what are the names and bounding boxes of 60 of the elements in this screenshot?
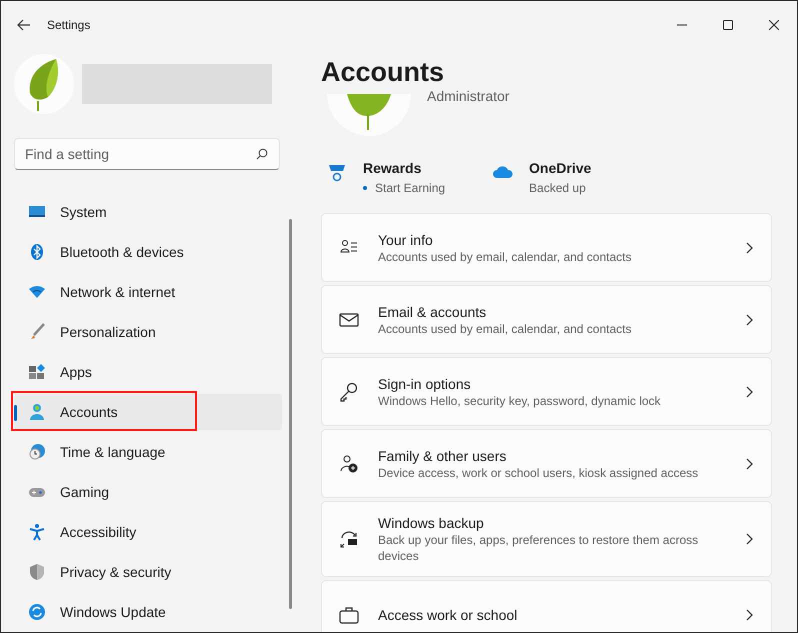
sidebar-item[interactable]: Privacy & security <box>14 554 282 590</box>
paintbrush-icon <box>28 323 46 341</box>
person-add-icon <box>338 454 360 474</box>
maximize-icon <box>723 20 733 30</box>
chevron-right-icon <box>746 242 753 254</box>
sidebar-item[interactable]: Time & language <box>14 434 282 470</box>
card-title: Access work or school <box>378 606 518 624</box>
key-icon <box>338 382 360 402</box>
chevron-right-icon <box>746 458 753 470</box>
sidebar-item[interactable]: Accessibility <box>14 514 282 550</box>
clock-icon <box>28 443 46 461</box>
card-subtitle: Device access, work or school users, kiosk assigned access <box>378 464 700 480</box>
medal-icon <box>327 162 347 182</box>
settings-card[interactable]: Your info Accounts used by email, calendar, and contacts <box>321 213 772 282</box>
search-field[interactable]: Find a setting <box>14 138 280 170</box>
close-icon <box>769 20 779 30</box>
sidebar-item[interactable]: Bluetooth & devices <box>14 234 282 270</box>
scrollbar[interactable] <box>289 219 292 609</box>
chevron-right-icon <box>746 533 753 545</box>
card-subtitle: Accounts used by email, calendar, and contacts <box>378 320 632 336</box>
sidebar-item[interactable]: Apps <box>14 354 282 390</box>
card-title: Family & other users <box>378 446 508 464</box>
chevron-right-icon <box>746 608 753 620</box>
search-icon <box>256 148 268 160</box>
card-subtitle: Accounts used by email, calendar, and contacts <box>378 248 632 264</box>
service-status: Start Earning <box>375 180 446 197</box>
settings-card[interactable]: Family & other users Device access, work or school users, kiosk assigned access <box>321 429 772 498</box>
briefcase-icon <box>338 604 360 624</box>
card-title: Email & accounts <box>378 302 488 320</box>
sidebar-item[interactable]: Personalization <box>14 314 282 350</box>
card-subtitle: Back up your files, apps, preferences to restore them across devices <box>378 532 700 564</box>
window-title: Settings <box>47 17 90 34</box>
card-subtitle: Windows Hello, security key, password, dynamic lock <box>378 392 662 408</box>
card-title: Windows backup <box>378 514 485 532</box>
settings-card[interactable]: Windows backup Back up your files, apps, preferences to restore them across devices <box>321 501 772 577</box>
card-title: Your info <box>378 230 434 248</box>
settings-card[interactable]: Access work or school <box>321 580 772 632</box>
backup-icon <box>338 529 360 549</box>
accessibility-icon <box>28 523 46 541</box>
account-role: Administrator <box>427 87 510 106</box>
page-title: Accounts <box>321 59 446 86</box>
sidebar-item[interactable]: Windows Update <box>14 594 282 630</box>
sync-icon <box>28 603 46 621</box>
service-name[interactable]: OneDrive <box>529 158 592 179</box>
back-arrow-icon[interactable] <box>17 19 31 31</box>
sidebar-item[interactable]: System <box>14 194 282 230</box>
sidebar-item[interactable]: Gaming <box>14 474 282 510</box>
settings-card[interactable]: Sign-in options Windows Hello, security key, password, dynamic lock <box>321 357 772 426</box>
chevron-right-icon <box>746 386 753 398</box>
sidebar-item[interactable]: Accounts <box>14 394 282 430</box>
service-name[interactable]: Rewards <box>363 158 446 179</box>
shield-icon <box>28 563 46 581</box>
settings-card[interactable]: Email & accounts Accounts used by email, calendar, and contacts <box>321 285 772 354</box>
chevron-right-icon <box>746 314 753 326</box>
card-title: Sign-in options <box>378 374 472 392</box>
sidebar-item[interactable]: Network & internet <box>14 274 282 310</box>
bluetooth-icon <box>28 243 46 261</box>
person-icon <box>28 403 46 421</box>
apps-icon <box>28 363 46 381</box>
service-status: Backed up <box>529 180 586 197</box>
